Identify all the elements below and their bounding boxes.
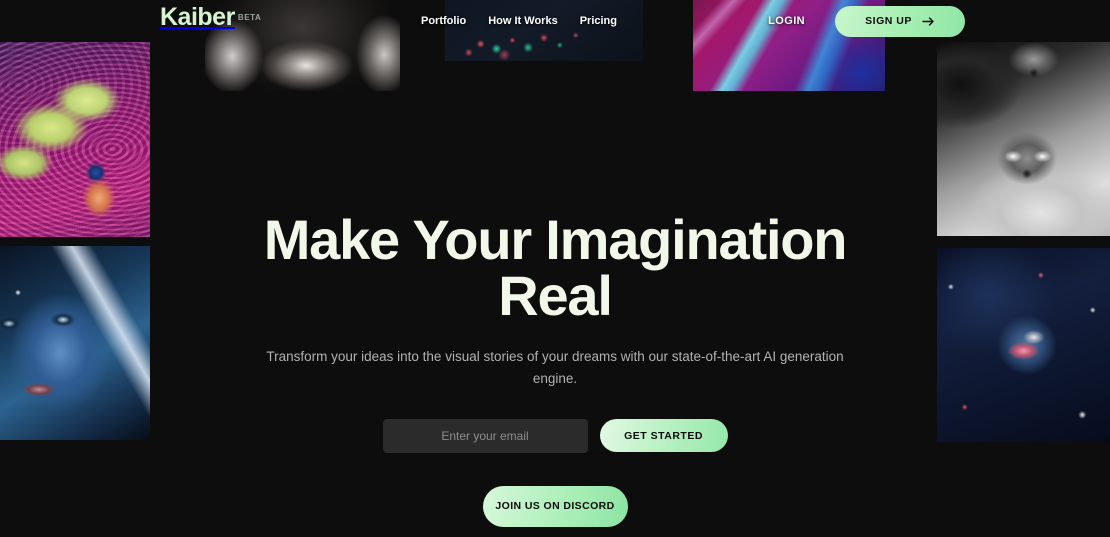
sign-up-button[interactable]: SIGN UP bbox=[835, 5, 965, 37]
sign-up-label: SIGN UP bbox=[865, 15, 912, 27]
artwork-dark-cosmic-scene bbox=[937, 248, 1110, 442]
navbar: Kaiber BETA Portfolio How It Works Prici… bbox=[0, 0, 1110, 42]
get-started-button[interactable]: GET STARTED bbox=[599, 419, 728, 453]
email-input[interactable] bbox=[382, 418, 588, 453]
nav-links: Portfolio How It Works Pricing bbox=[421, 0, 617, 42]
nav-actions: LOGIN SIGN UP bbox=[768, 0, 965, 42]
artwork-psychedelic-astronaut bbox=[0, 42, 150, 237]
artwork-monochrome-fox-smoke bbox=[937, 42, 1110, 236]
login-link[interactable]: LOGIN bbox=[768, 15, 805, 27]
email-signup-form: GET STARTED bbox=[382, 418, 728, 453]
artwork-blue-portrait-face bbox=[0, 246, 150, 440]
join-discord-button[interactable]: JOIN US ON DISCORD bbox=[482, 485, 628, 527]
page-title: Make Your Imagination Real bbox=[263, 208, 848, 327]
nav-item-portfolio[interactable]: Portfolio bbox=[421, 15, 466, 27]
brand-logo[interactable]: Kaiber BETA bbox=[160, 5, 261, 30]
brand-name: Kaiber bbox=[160, 3, 235, 31]
nav-item-pricing[interactable]: Pricing bbox=[580, 15, 617, 27]
hero-subtitle: Transform your ideas into the visual sto… bbox=[266, 349, 844, 387]
nav-item-how-it-works[interactable]: How It Works bbox=[488, 15, 557, 27]
beta-badge: BETA bbox=[237, 13, 262, 22]
arrow-right-icon bbox=[922, 16, 935, 26]
kaiber-landing-page: Kaiber BETA Portfolio How It Works Prici… bbox=[0, 0, 1110, 537]
